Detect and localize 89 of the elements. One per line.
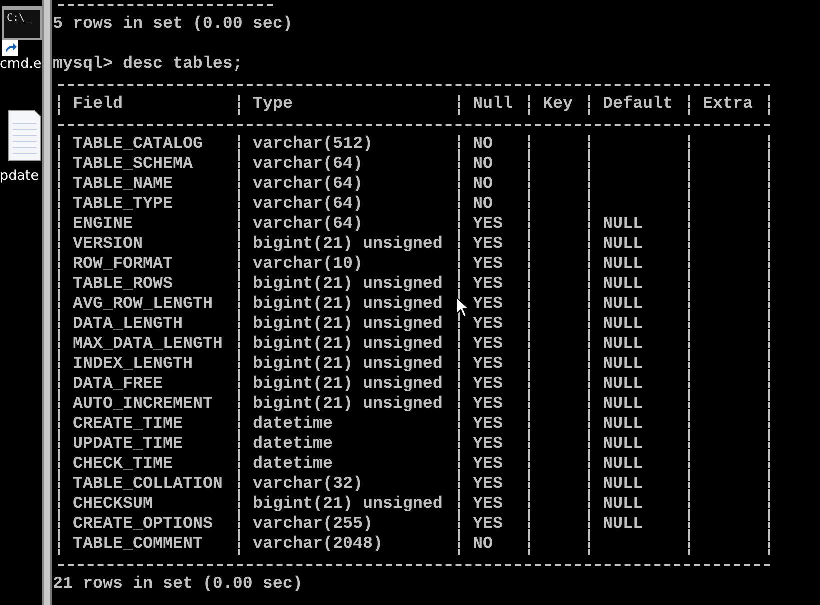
column-header: Field <box>58 95 238 115</box>
table-cell: NULL <box>588 295 688 315</box>
table-cell: YES <box>458 455 528 475</box>
table-cell: NO <box>458 155 528 175</box>
table-cell: NULL <box>588 515 688 535</box>
table-cell: varchar(64) <box>238 175 458 195</box>
table-cell: bigint(21) unsigned <box>238 395 458 415</box>
table-cell: bigint(21) unsigned <box>238 275 458 295</box>
table-cell: TABLE_SCHEMA <box>58 155 238 175</box>
table-cell: NO <box>458 535 528 555</box>
table-cell: varchar(64) <box>238 155 458 175</box>
table-cell: CHECKSUM <box>58 495 238 515</box>
table-cell: YES <box>458 395 528 415</box>
table-cell: YES <box>458 435 528 455</box>
table-cell: TABLE_TYPE <box>58 195 238 215</box>
table-cell: NULL <box>588 275 688 295</box>
column-header: Type <box>238 95 458 115</box>
table-cell: INDEX_LENGTH <box>58 355 238 375</box>
table-cell: NULL <box>588 355 688 375</box>
table-cell: YES <box>458 475 528 495</box>
console-output: 21 rows in set (0.00 sec) <box>53 575 303 595</box>
table-cell: NULL <box>588 215 688 235</box>
column-header: Default <box>588 95 688 115</box>
table-cell: CREATE_OPTIONS <box>58 515 238 535</box>
table-cell: NO <box>458 135 528 155</box>
table-cell: NULL <box>588 375 688 395</box>
table-cell: ENGINE <box>58 215 238 235</box>
icon-label[interactable]: cmd.e <box>0 56 42 72</box>
console-icon[interactable]: C:\_ <box>2 6 42 40</box>
table-cell: YES <box>458 375 528 395</box>
table-cell: TABLE_COLLATION <box>58 475 238 495</box>
table-cell: bigint(21) unsigned <box>238 335 458 355</box>
table-cell: DATA_LENGTH <box>58 315 238 335</box>
table-cell: varchar(10) <box>238 255 458 275</box>
table-cell: NO <box>458 175 528 195</box>
table-cell: TABLE_COMMENT <box>58 535 238 555</box>
table-cell: YES <box>458 415 528 435</box>
table-cell: AUTO_INCREMENT <box>58 395 238 415</box>
console-output: mysql> desc tables; <box>53 55 243 75</box>
table-cell: bigint(21) unsigned <box>238 315 458 335</box>
table-cell: NO <box>458 195 528 215</box>
table-cell: bigint(21) unsigned <box>238 495 458 515</box>
table-cell: NULL <box>588 435 688 455</box>
table-cell: CREATE_TIME <box>58 415 238 435</box>
table-cell: NULL <box>588 335 688 355</box>
table-cell: varchar(512) <box>238 135 458 155</box>
table-cell: YES <box>458 515 528 535</box>
document-icon[interactable] <box>8 110 42 162</box>
table-cell: bigint(21) unsigned <box>238 235 458 255</box>
table-cell: NULL <box>588 475 688 495</box>
table-cell: YES <box>458 215 528 235</box>
table-cell: datetime <box>238 415 458 435</box>
table-cell: YES <box>458 275 528 295</box>
column-header: Extra <box>688 95 768 115</box>
table-cell: YES <box>458 235 528 255</box>
table-cell: datetime <box>238 455 458 475</box>
table-cell: TABLE_ROWS <box>58 275 238 295</box>
table-cell: VERSION <box>58 235 238 255</box>
table-cell: NULL <box>588 395 688 415</box>
table-cell: varchar(64) <box>238 215 458 235</box>
table-cell: UPDATE_TIME <box>58 435 238 455</box>
table-cell: NULL <box>588 315 688 335</box>
table-cell: TABLE_CATALOG <box>58 135 238 155</box>
table-cell: AVG_ROW_LENGTH <box>58 295 238 315</box>
table-cell: varchar(2048) <box>238 535 458 555</box>
table-cell: TABLE_NAME <box>58 175 238 195</box>
table-cell: bigint(21) unsigned <box>238 375 458 395</box>
table-cell: YES <box>458 255 528 275</box>
table-cell: YES <box>458 335 528 355</box>
table-cell: NULL <box>588 455 688 475</box>
table-cell: varchar(64) <box>238 195 458 215</box>
table-cell: YES <box>458 495 528 515</box>
table-cell: DATA_FREE <box>58 375 238 395</box>
table-cell: datetime <box>238 435 458 455</box>
console-output: 5 rows in set (0.00 sec) <box>53 15 293 35</box>
table-cell: varchar(255) <box>238 515 458 535</box>
column-header: Key <box>528 95 588 115</box>
table-cell: bigint(21) unsigned <box>238 355 458 375</box>
table-cell: NULL <box>588 415 688 435</box>
table-cell: CHECK_TIME <box>58 455 238 475</box>
table-cell: ROW_FORMAT <box>58 255 238 275</box>
icon-label[interactable]: pdate <box>0 168 40 184</box>
table-cell: NULL <box>588 235 688 255</box>
table-cell: NULL <box>588 255 688 275</box>
table-cell: NULL <box>588 495 688 515</box>
table-cell: MAX_DATA_LENGTH <box>58 335 238 355</box>
table-cell: varchar(32) <box>238 475 458 495</box>
column-header: Null <box>458 95 528 115</box>
table-cell: YES <box>458 355 528 375</box>
